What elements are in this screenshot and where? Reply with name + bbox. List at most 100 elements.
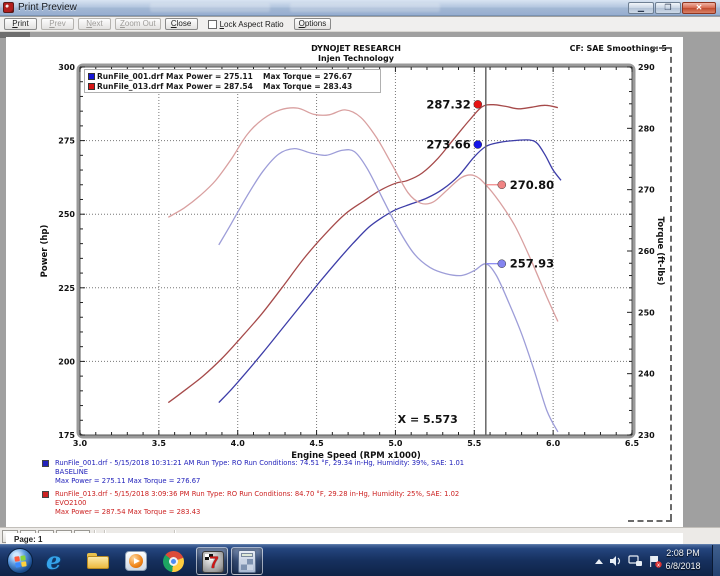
y-tick-label-right: 290 <box>638 63 655 72</box>
callout-label: 270.80 <box>510 178 554 192</box>
callout-dot <box>474 141 482 149</box>
legend-row: RunFile_013.drf Max Power = 287.54 Max T… <box>88 81 377 91</box>
minimize-button[interactable]: ▁ <box>628 2 654 14</box>
dynojet-icon: 7 <box>202 551 224 573</box>
window-title: Print Preview <box>18 2 77 13</box>
cursor-x-label: X = 5.573 <box>398 413 458 426</box>
zoom-out-button[interactable]: Zoom Out <box>115 18 161 30</box>
calculator-icon <box>238 550 256 573</box>
callout-dot <box>474 100 482 108</box>
legend-power: Max Power = 287.54 <box>166 82 253 91</box>
network-icon[interactable] <box>628 555 642 567</box>
chart-legend: RunFile_001.drf Max Power = 275.11 Max T… <box>84 69 381 93</box>
y-tick-label-right: 230 <box>638 431 655 440</box>
print-margin-line <box>652 47 672 49</box>
y-tick-label-left: 225 <box>58 284 75 293</box>
run-color-chip <box>42 460 49 467</box>
close-button[interactable]: ✕ <box>682 2 716 14</box>
windows-logo-icon <box>14 555 26 567</box>
run-info-baseline: RunFile_001.drf - 5/15/2018 10:31:21 AM … <box>42 459 464 487</box>
run-line3: Max Power = 287.54 Max Torque = 283.43 <box>55 508 464 517</box>
taskbar: e 7 <box>0 544 720 576</box>
curve-runfile-013-power <box>168 105 558 403</box>
y-tick-label-left: 200 <box>58 357 75 366</box>
report-page: DYNOJET RESEARCH Injen Technology CF: SA… <box>6 37 683 527</box>
legend-chip-red <box>88 83 95 90</box>
next-button[interactable]: Next <box>78 18 111 30</box>
lock-aspect-checkbox[interactable] <box>208 20 217 29</box>
plot-frame <box>78 65 634 437</box>
toolbar: Print Prev Next Zoom Out Close Lock Aspe… <box>0 17 720 32</box>
close-preview-button[interactable]: Close <box>165 18 198 30</box>
legend-chip-blue <box>88 73 95 80</box>
run-line3: Max Power = 275.11 Max Torque = 276.67 <box>55 477 464 486</box>
y-tick-label-left: 175 <box>58 431 75 440</box>
run-line2: BASELINE <box>55 468 464 477</box>
legend-torque: Max Torque = 283.43 <box>263 82 352 91</box>
run-line2: EVO2100 <box>55 499 464 508</box>
y-tick-label-left: 250 <box>58 210 75 219</box>
show-desktop-button[interactable] <box>712 545 720 576</box>
file-explorer-icon[interactable] <box>86 549 110 573</box>
legend-power: Max Power = 275.11 <box>166 72 253 81</box>
internet-explorer-icon[interactable]: e <box>46 549 70 573</box>
ghost-window-text <box>290 3 440 12</box>
legend-file: RunFile_013.drf <box>97 82 163 91</box>
media-player-icon[interactable] <box>124 549 148 573</box>
run-line1: RunFile_013.drf - 5/15/2018 3:09:36 PM R… <box>55 490 464 499</box>
print-margin-line <box>670 47 672 520</box>
run-details: RunFile_001.drf - 5/15/2018 10:31:21 AM … <box>42 459 464 520</box>
titlebar: Print Preview ▁ ❐ ✕ <box>0 0 720 16</box>
print-margin-line <box>628 520 672 522</box>
y-tick-label-right: 240 <box>638 370 655 379</box>
calculator-app-button[interactable] <box>231 547 263 575</box>
x-tick-label: 4.5 <box>309 439 324 448</box>
clock-date: 6/8/2018 <box>660 560 706 573</box>
volume-icon[interactable] <box>609 555 622 567</box>
y-tick-label-left: 300 <box>58 63 75 72</box>
preview-area: DYNOJET RESEARCH Injen Technology CF: SA… <box>0 32 720 527</box>
y-axis-label-left: Power (hp) <box>40 225 50 278</box>
callout-label: 257.93 <box>510 257 554 271</box>
prev-button[interactable]: Prev <box>41 18 74 30</box>
legend-file: RunFile_001.drf <box>97 72 163 81</box>
y-tick-label-right: 280 <box>638 124 655 133</box>
y-tick-label-right: 270 <box>638 186 655 195</box>
y-tick-label-right: 250 <box>638 308 655 317</box>
dyno-chart: 3.0 3.5 4.0 4.5 5.0 5.5 6.0 6.5 300 275 250 225 200 1… <box>6 37 683 527</box>
x-tick-label: 3.0 <box>73 439 88 448</box>
clock-time: 2:08 PM <box>660 547 706 560</box>
callout-label: 287.32 <box>426 97 470 111</box>
x-tick-label: 5.5 <box>467 439 482 448</box>
legend-row: RunFile_001.drf Max Power = 275.11 Max T… <box>88 71 377 81</box>
restore-button[interactable]: ❐ <box>655 2 681 14</box>
callout-dot <box>498 260 506 268</box>
y-tick-label-left: 275 <box>58 137 75 146</box>
app-icon <box>3 2 14 13</box>
options-button[interactable]: Options <box>294 18 332 30</box>
y-tick-label-right: 260 <box>638 247 655 256</box>
x-tick-label: 5.0 <box>388 439 403 448</box>
callout-dot <box>498 181 506 189</box>
screen: Print Preview ▁ ❐ ✕ Print Prev Next Zoom… <box>0 0 720 576</box>
taskbar-clock[interactable]: 2:08 PM 6/8/2018 <box>660 547 706 573</box>
x-tick-label: 6.5 <box>625 439 640 448</box>
print-button[interactable]: Print <box>4 18 37 30</box>
chrome-icon[interactable] <box>162 549 186 573</box>
dynojet-app-button[interactable]: 7 <box>196 547 228 575</box>
plot-frame-inner <box>80 67 632 435</box>
start-button[interactable] <box>7 548 33 574</box>
run-line1: RunFile_001.drf - 5/15/2018 10:31:21 AM … <box>55 459 464 468</box>
curve-runfile-001-torque <box>219 149 558 432</box>
callout-label: 273.66 <box>426 138 470 152</box>
x-tick-label: 4.0 <box>231 439 246 448</box>
x-tick-label: 6.0 <box>546 439 561 448</box>
hidden-icons-arrow[interactable] <box>595 559 603 564</box>
x-tick-label: 3.5 <box>152 439 167 448</box>
lock-aspect-label: Lock Aspect Ratio <box>220 20 284 29</box>
statusbar: « < > » ▤ Page: 1 <box>0 527 720 544</box>
run-info-evo: RunFile_013.drf - 5/15/2018 3:09:36 PM R… <box>42 490 464 518</box>
ghost-window-text <box>150 3 270 12</box>
curve-runfile-013-torque <box>168 108 558 322</box>
y-axis-label-right: Torque (ft-lbs) <box>655 217 665 286</box>
